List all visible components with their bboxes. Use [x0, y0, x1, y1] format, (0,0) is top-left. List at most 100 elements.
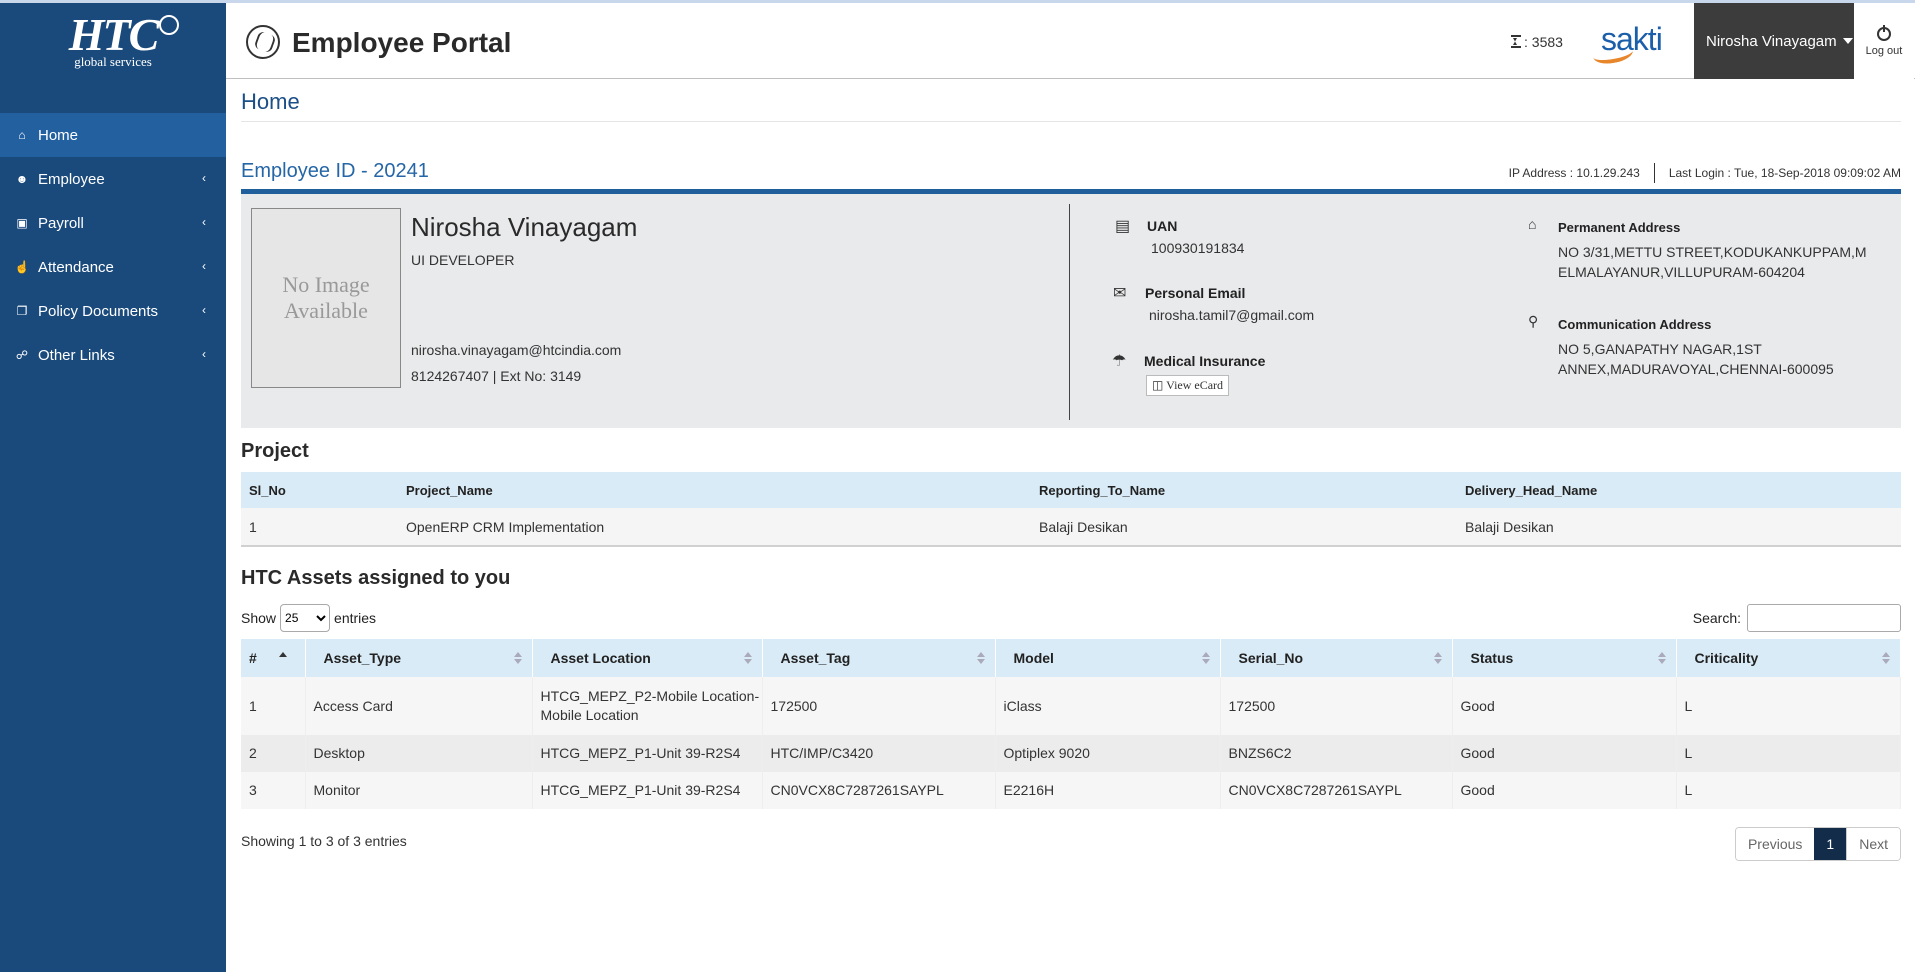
table-cell: HTCG_MEPZ_P1-Unit 39-R2S4: [532, 772, 763, 809]
view-ecard-button[interactable]: ◫ View eCard: [1146, 375, 1230, 396]
photo-placeholder-line2: Available: [284, 298, 368, 323]
pagination: Previous 1 Next: [1734, 827, 1901, 861]
next-page-button[interactable]: Next: [1846, 828, 1900, 860]
table-cell: 2: [241, 735, 306, 772]
permanent-address-label: Permanent Address: [1558, 220, 1681, 235]
logout-button[interactable]: Log out: [1854, 3, 1914, 79]
chevron-left-icon: ‹: [202, 259, 206, 273]
column-header-number[interactable]: #: [241, 639, 306, 677]
column-header-asset-type[interactable]: Asset_Type: [305, 639, 533, 677]
envelope-icon: ✉: [1113, 285, 1127, 302]
column-header-label: Criticality: [1694, 650, 1759, 666]
column-header-label: #: [249, 650, 257, 666]
entries-label: entries: [334, 610, 377, 626]
search-label: Search:: [1692, 610, 1741, 626]
logo-mark-text: HTC: [68, 9, 160, 60]
sidebar-item-label: Other Links: [38, 346, 115, 364]
table-cell: Optiplex 9020: [995, 735, 1221, 772]
logout-label: Log out: [1865, 45, 1903, 57]
sidebar-item-employee[interactable]: ☻ Employee ‹: [0, 157, 226, 201]
table-header-row: # Asset_Type Asset Location Asset_Tag Mo…: [241, 639, 1901, 677]
sakti-logo[interactable]: sakti: [1591, 21, 1671, 67]
user-menu-button[interactable]: Nirosha Vinayagam: [1694, 3, 1854, 79]
sidebar-item-label: Policy Documents: [38, 302, 159, 320]
sidebar-item-label: Employee: [38, 170, 105, 188]
employee-phone: 8124267407 | Ext No: 3149: [411, 368, 582, 384]
main-content: Home Employee ID - 20241 IP Address : 10…: [241, 79, 1901, 869]
table-cell: Good: [1452, 735, 1677, 772]
sidebar-item-label: Attendance: [38, 258, 114, 276]
table-cell: 172500: [762, 677, 996, 735]
sidebar-item-policy-documents[interactable]: ❐ Policy Documents ‹: [0, 289, 226, 333]
table-row: 1 OpenERP CRM Implementation Balaji Desi…: [241, 508, 1901, 547]
photo-placeholder-line1: No Image: [282, 272, 370, 297]
chevron-left-icon: ‹: [202, 171, 206, 185]
project-section-title: Project: [241, 440, 309, 462]
table-cell: iClass: [995, 677, 1221, 735]
page-1-button[interactable]: 1: [1814, 828, 1847, 860]
sidebar-item-other-links[interactable]: ☍ Other Links ‹: [0, 333, 226, 377]
column-header-asset-location[interactable]: Asset Location: [532, 639, 763, 677]
table-info: Showing 1 to 3 of 3 entries: [241, 833, 407, 849]
hourglass-icon: [1511, 35, 1521, 48]
table-footer: Showing 1 to 3 of 3 entries Previous 1 N…: [241, 819, 1901, 869]
entries-select[interactable]: 25: [280, 604, 331, 632]
column-header-label: Asset_Type: [323, 650, 402, 666]
sort-icon: [1882, 652, 1890, 664]
table-cell: 172500: [1220, 677, 1453, 735]
column-header-label: Asset_Tag: [780, 650, 851, 666]
profile-photo: No Image Available: [251, 208, 401, 388]
column-header-asset-tag[interactable]: Asset_Tag: [762, 639, 996, 677]
user-name: Nirosha Vinayagam: [1706, 32, 1837, 50]
chevron-left-icon: ‹: [202, 347, 206, 361]
table-header-row: Sl_No Project_Name Reporting_To_Name Del…: [241, 472, 1901, 508]
ip-address: IP Address : 10.1.29.243: [1508, 166, 1640, 180]
sidebar-item-attendance[interactable]: ☝ Attendance ‹: [0, 245, 226, 289]
table-row: 2 Desktop HTCG_MEPZ_P1-Unit 39-R2S4 HTC/…: [241, 735, 1901, 772]
sort-ascending-icon: [278, 652, 287, 664]
project-table: Sl_No Project_Name Reporting_To_Name Del…: [241, 472, 1901, 547]
table-cell: Desktop: [305, 735, 533, 772]
map-marker-icon: ⚲: [1528, 313, 1539, 329]
table-cell: L: [1676, 677, 1901, 735]
home-icon: ⌂: [18, 128, 26, 142]
column-header-status[interactable]: Status: [1452, 639, 1677, 677]
sidebar: HTC global services ⌂ Home ☻ Employee ‹ …: [0, 3, 226, 972]
medical-insurance-block: ☂ Medical Insurance ◫ View eCard: [1112, 353, 1265, 396]
permanent-address-block: ⌂ Permanent Address NO 3/31,METTU STREET…: [1528, 216, 1868, 282]
column-header-serial-no[interactable]: Serial_No: [1220, 639, 1453, 677]
employee-id: Employee ID - 20241: [241, 160, 429, 182]
sort-icon: [743, 652, 752, 664]
communication-address-value: NO 5,GANAPATHY NAGAR,1ST ANNEX,MADURAVOY…: [1558, 341, 1834, 377]
communication-address-block: ⚲ Communication Address NO 5,GANAPATHY N…: [1528, 313, 1868, 379]
table-cell: Good: [1452, 772, 1677, 809]
employee-name: Nirosha Vinayagam: [411, 212, 638, 242]
sidebar-item-home[interactable]: ⌂ Home: [0, 113, 226, 157]
documents-icon: ❐: [16, 304, 28, 318]
home-icon: ⌂: [1528, 216, 1537, 232]
chevron-left-icon: ‹: [202, 215, 206, 229]
profile-divider: [1069, 204, 1070, 420]
search-input[interactable]: [1747, 604, 1901, 632]
view-ecard-label: View eCard: [1166, 378, 1224, 392]
permanent-address-value: NO 3/31,METTU STREET,KODUKANKUPPAM,MELMA…: [1558, 244, 1867, 280]
sidebar-item-payroll[interactable]: ▣ Payroll ‹: [0, 201, 226, 245]
table-cell: 1: [241, 508, 398, 547]
previous-page-button[interactable]: Previous: [1735, 828, 1815, 860]
table-cell: CN0VCX8C7287261SAYPL: [1220, 772, 1453, 809]
table-cell: L: [1676, 772, 1901, 809]
table-cell: 1: [241, 677, 306, 735]
last-login: Last Login : Tue, 18-Sep-2018 09:09:02 A…: [1668, 166, 1901, 180]
column-header-criticality[interactable]: Criticality: [1676, 639, 1901, 677]
htc-logo[interactable]: HTC global services: [0, 3, 226, 79]
table-cell: E2216H: [995, 772, 1221, 809]
employee-role: UI DEVELOPER: [411, 252, 515, 268]
link-icon: ☍: [15, 348, 29, 362]
entries-length: Show 25 entries: [241, 604, 376, 632]
column-header-model[interactable]: Model: [995, 639, 1221, 677]
top-header: Employee Portal : 3583 sakti Nirosha Vin…: [226, 3, 1915, 79]
column-header-label: Model: [1013, 650, 1054, 666]
sidebar-nav: ⌂ Home ☻ Employee ‹ ▣ Payroll ‹ ☝ Attend…: [0, 113, 226, 377]
personal-email-label: Personal Email: [1145, 285, 1246, 301]
personal-email-value: nirosha.tamil7@gmail.com: [1149, 307, 1315, 323]
